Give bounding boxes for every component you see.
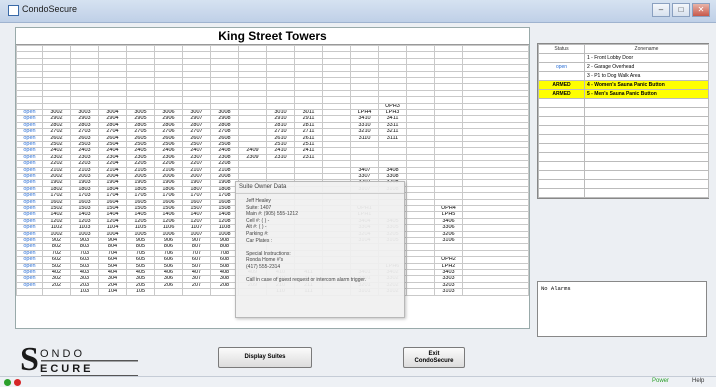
zone-name: 2 - Garage Overhead	[584, 62, 709, 72]
help-menu[interactable]: Help	[692, 378, 704, 384]
popup-line	[246, 271, 396, 278]
zone-row[interactable]: ARMED 5 - Men's Sauna Panic Button	[538, 89, 709, 99]
zone-panel: Status Zonename 1 - Front Lobby Door open 2 …	[537, 43, 709, 199]
building-name: King Street Towers	[16, 28, 529, 45]
status-bar: Power Help	[0, 376, 716, 387]
popup-line: Parking #:	[246, 230, 269, 237]
alarm-list: No Alarms	[537, 281, 707, 337]
suite-cell[interactable]: 3103	[434, 288, 463, 296]
popup-line: Jeff Healey	[246, 198, 271, 204]
alarm-status-text: No Alarms	[541, 285, 571, 292]
window-title: CondoSecure	[22, 4, 78, 14]
close-button[interactable]: ✕	[692, 3, 710, 17]
zone-row[interactable]: ARMED 4 - Women's Sauna Panic Button	[538, 80, 709, 90]
zone-header-cell: Status	[538, 44, 585, 54]
popup-body: Jeff Healey Suite: 1407 Main #: (905) 555-…	[246, 198, 396, 284]
zone-status	[538, 53, 585, 63]
suite-cell	[42, 288, 71, 296]
zone-header-cell: Zonename	[584, 44, 709, 54]
suite-cell[interactable]: 103	[70, 288, 99, 296]
suite-owner-popup: Suite Owner Data Jeff Healey Suite: 1407 M…	[235, 181, 405, 318]
popup-line: Suite: 1407	[246, 204, 272, 211]
popup-line: Cell #: ( ) -	[246, 217, 270, 224]
zone-status: open	[538, 62, 585, 72]
suite-cell	[154, 288, 183, 296]
zone-empty-row	[538, 143, 709, 153]
popup-line: Ronda Home #'s	[246, 257, 284, 264]
green-status-icon	[4, 379, 11, 386]
suite-cell	[406, 288, 435, 296]
popup-line	[246, 244, 396, 251]
power-status: Power	[652, 378, 670, 384]
title-bar: CondoSecure – □ ✕	[0, 0, 716, 23]
zone-status: ARMED	[538, 89, 585, 99]
zone-empty-row	[538, 170, 709, 180]
zone-row[interactable]: open 2 - Garage Overhead	[538, 62, 709, 72]
popup-line: Alt #: ( ) -	[246, 224, 267, 231]
popup-line: Call in case of guest request or interco…	[246, 277, 367, 284]
zone-status	[538, 71, 585, 81]
logo-bottom-text: ECURE	[40, 363, 94, 375]
zone-empty-row	[538, 116, 709, 126]
popup-line: Main #: (905) 555-1212	[246, 211, 298, 218]
minimize-button[interactable]: –	[652, 3, 670, 17]
suite-cell	[182, 288, 211, 296]
exit-label: Exit	[428, 351, 440, 357]
zone-empty-row	[538, 98, 709, 108]
svg-text:S: S	[20, 341, 39, 377]
exit-button[interactable]: Exit CondoSecure	[403, 347, 465, 368]
zone-status: ARMED	[538, 80, 585, 90]
zone-name: 4 - Women's Sauna Panic Button	[584, 80, 709, 90]
app-window: CondoSecure – □ ✕ King Street Towers UPH…	[0, 0, 716, 387]
red-status-icon	[14, 379, 21, 386]
zone-empty-row	[538, 125, 709, 135]
maximize-button[interactable]: □	[672, 3, 690, 17]
zone-empty-row	[538, 152, 709, 162]
zone-empty-row	[538, 134, 709, 144]
zone-empty-row	[538, 188, 709, 198]
suite-cell[interactable]: 104	[98, 288, 127, 296]
popup-title: Suite Owner Data	[236, 182, 404, 194]
zone-empty-row	[538, 107, 709, 117]
zone-name: 1 - Front Lobby Door	[584, 53, 709, 63]
zone-row[interactable]: 3 - P1 to Dog Walk Area	[538, 71, 709, 81]
display-suites-label: Display Suites	[244, 354, 286, 360]
popup-line: (417) 555-2314	[246, 263, 281, 270]
zone-table: Status Zonename 1 - Front Lobby Door open 2 …	[538, 44, 709, 198]
zone-name: 5 - Men's Sauna Panic Button	[584, 89, 709, 99]
popup-line: Special Instructions:	[246, 250, 291, 257]
zone-row[interactable]: 1 - Front Lobby Door	[538, 53, 709, 63]
exit-app-label: CondoSecure	[414, 358, 454, 364]
condosecure-logo: S ONDO ECURE	[19, 341, 138, 378]
suite-status-cell	[16, 288, 43, 296]
app-icon	[8, 5, 19, 16]
zone-empty-row	[538, 161, 709, 171]
zone-empty-row	[538, 179, 709, 189]
suite-cell	[462, 288, 529, 296]
zone-name: 3 - P1 to Dog Walk Area	[584, 71, 709, 81]
suite-cell[interactable]: 105	[126, 288, 155, 296]
display-suites-button[interactable]: Display Suites	[218, 347, 312, 368]
zone-header-row: Status Zonename	[538, 44, 709, 54]
popup-line: Car Plates :	[246, 237, 273, 244]
logo-top-text: ONDO	[40, 348, 85, 360]
